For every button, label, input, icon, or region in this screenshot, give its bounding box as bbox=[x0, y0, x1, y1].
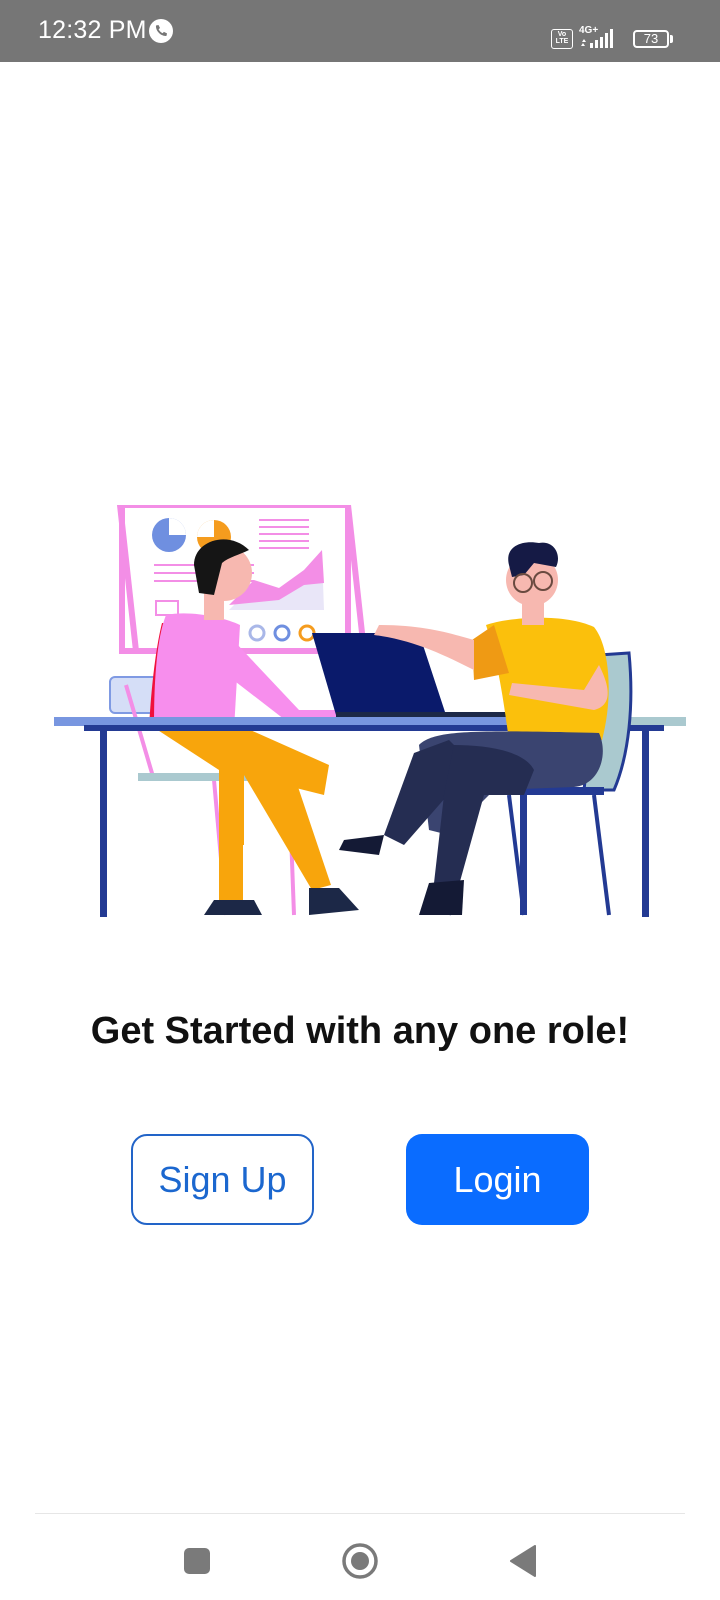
login-button-label: Login bbox=[453, 1158, 542, 1200]
signal-bars-icon bbox=[581, 29, 613, 48]
status-time: 12:32 PM bbox=[38, 16, 147, 44]
illustration-team-working bbox=[54, 505, 686, 917]
volte-label: Vo LTE bbox=[555, 31, 569, 45]
nav-divider bbox=[35, 1513, 685, 1514]
page-title: Get Started with any one role! bbox=[90, 1010, 630, 1052]
recents-button[interactable] bbox=[171, 1535, 223, 1587]
phone-call-icon bbox=[149, 19, 173, 43]
screen: 12:32 PM Vo LTE 4G+ 73 Get Started with … bbox=[0, 0, 720, 1600]
triangle-back-icon bbox=[510, 1545, 536, 1577]
battery-tip bbox=[670, 35, 673, 43]
battery-icon: 73 bbox=[633, 30, 675, 50]
signup-button[interactable]: Sign Up bbox=[131, 1134, 314, 1225]
back-button[interactable] bbox=[497, 1535, 549, 1587]
square-recents-icon bbox=[184, 1548, 210, 1574]
circle-home-icon bbox=[342, 1543, 378, 1579]
battery-level: 73 bbox=[633, 30, 669, 48]
status-bar: 12:32 PM Vo LTE 4G+ 73 bbox=[0, 0, 720, 62]
volte-icon: Vo LTE bbox=[551, 29, 573, 49]
signup-button-label: Sign Up bbox=[158, 1158, 287, 1200]
home-button[interactable] bbox=[334, 1535, 386, 1587]
login-button[interactable]: Login bbox=[406, 1134, 589, 1225]
